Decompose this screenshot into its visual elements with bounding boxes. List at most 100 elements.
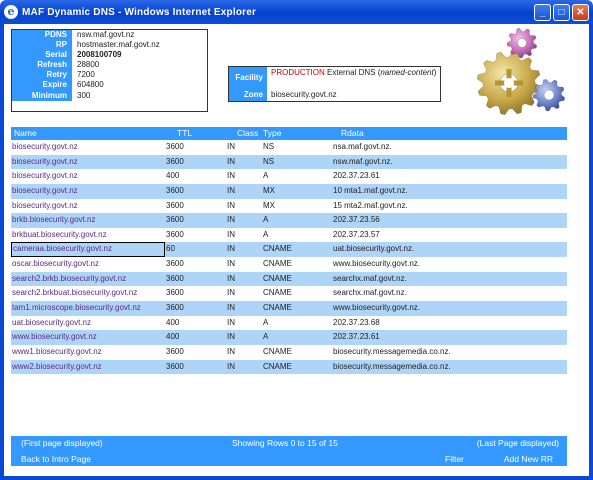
table-row[interactable]: biosecurity.govt.nz 3600 IN MX 10 mta1.maf.g… <box>11 183 567 199</box>
cell-name[interactable]: biosecurity.govt.nz <box>11 184 165 199</box>
facility-box: Facility PRODUCTION External DNS (named-… <box>228 66 441 102</box>
table-row[interactable]: www.biosecurity.govt.nz 400 IN A 202.37.23.6… <box>11 330 567 345</box>
cell-type: MX <box>263 200 275 210</box>
col-ttl-header[interactable]: TTL <box>165 127 227 140</box>
table-row[interactable]: oscar.biosecurity.govt.nz 3600 IN CNAME www.… <box>11 257 567 272</box>
col-name-header[interactable]: Name <box>11 127 165 140</box>
cell-ttl: 3600 <box>166 303 184 313</box>
back-to-intro-link[interactable]: Back to Intro Page <box>21 454 91 464</box>
gear-hole <box>517 38 527 48</box>
cell-rdata: searchx.maf.govt.nz. <box>333 273 407 283</box>
cell-name[interactable]: www2.biosecurity.govt.nz <box>11 360 165 375</box>
cell-class: IN <box>227 200 235 210</box>
table-row[interactable]: www2.biosecurity.govt.nz 3600 IN CNAME biose… <box>11 359 567 375</box>
cell-type: CNAME <box>263 273 292 283</box>
cell-rdata: uat.biosecurity.govt.nz. <box>333 244 415 254</box>
soa-key: PDNS <box>12 30 72 41</box>
table-row[interactable]: uat.biosecurity.govt.nz 400 IN A 202.37.23.6… <box>11 316 567 331</box>
window-title: MAF Dynamic DNS - Windows Internet Explo… <box>22 6 257 18</box>
cell-ttl: 3600 <box>166 200 184 210</box>
close-button[interactable]: ✕ <box>572 3 589 21</box>
soa-value: 28800 <box>77 60 100 70</box>
soa-row-minimum: Minimum 300 <box>12 90 207 101</box>
cell-name[interactable]: oscar.biosecurity.govt.nz <box>11 257 165 272</box>
cell-class: IN <box>227 215 235 225</box>
col-rdata-header[interactable]: Rdata <box>333 127 567 140</box>
gear-hole <box>543 89 555 101</box>
cell-name[interactable]: www.biosecurity.govt.nz <box>11 330 165 345</box>
table-row[interactable]: biosecurity.govt.nz 400 IN A 202.37.23.61 <box>11 169 567 184</box>
soa-key: RP <box>12 40 72 51</box>
cell-class: IN <box>227 185 235 195</box>
table-row[interactable]: cameraa.biosecurity.govt.nz 60 IN CNAME uat.… <box>11 242 567 258</box>
cell-name[interactable]: search2.brkb.biosecurity.govt.nz <box>11 272 165 287</box>
minimize-button[interactable]: _ <box>534 3 551 21</box>
cell-type: MX <box>263 185 275 195</box>
cell-ttl: 3600 <box>166 215 184 225</box>
cell-rdata: 15 mta2.maf.govt.nz. <box>333 200 408 210</box>
cell-ttl: 60 <box>166 244 175 254</box>
table-row[interactable]: search2.brkbuat.biosecurity.govt.nz 3600 I… <box>11 286 567 301</box>
table-row[interactable]: biosecurity.govt.nz 3600 IN MX 15 mta2.maf.g… <box>11 199 567 214</box>
ie-icon: e <box>4 5 18 19</box>
cell-name[interactable]: tam1.microscope.biosecurity.govt.nz <box>11 301 165 316</box>
cell-name[interactable]: biosecurity.govt.nz <box>11 155 165 170</box>
cell-name[interactable]: cameraa.biosecurity.govt.nz <box>11 242 165 258</box>
soa-value: 300 <box>77 90 91 100</box>
cell-ttl: 3600 <box>166 361 184 371</box>
cell-name[interactable]: biosecurity.govt.nz <box>11 169 165 184</box>
add-new-rr-link[interactable]: Add New RR <box>504 454 553 464</box>
soa-row-serial: Serial 2008100709 <box>12 50 207 61</box>
cell-name[interactable]: brkb.biosecurity.govt.nz <box>11 213 165 228</box>
table-row[interactable]: biosecurity.govt.nz 3600 IN NS nsa.maf.govt.… <box>11 140 567 155</box>
soa-value: 7200 <box>77 70 95 80</box>
cell-rdata: biosecurity.messagemedia.co.nz. <box>333 361 451 371</box>
cell-class: IN <box>227 229 235 239</box>
table-row[interactable]: www1.biosecurity.govt.nz 3600 IN CNAME biose… <box>11 345 567 360</box>
cell-name[interactable]: uat.biosecurity.govt.nz <box>11 316 165 331</box>
facility-named: named-content <box>380 68 434 77</box>
cell-type: A <box>263 332 269 342</box>
cell-type: CNAME <box>263 303 292 313</box>
facility-close-paren: ) <box>433 68 437 77</box>
soa-key: Serial <box>12 50 72 61</box>
cell-ttl: 3600 <box>166 259 184 269</box>
cell-rdata: nsw.maf.govt.nz. <box>333 156 393 166</box>
table-row[interactable]: search2.brkb.biosecurity.govt.nz 3600 IN CN… <box>11 271 567 287</box>
cell-ttl: 3600 <box>166 142 184 151</box>
cell-name[interactable]: brkbuat.biosecurity.govt.nz <box>11 228 165 243</box>
soa-value: hostmaster.maf.govt.nz <box>77 40 160 50</box>
col-class-header[interactable]: Class <box>227 127 263 140</box>
maximize-button[interactable]: □ <box>553 3 570 21</box>
cell-name[interactable]: biosecurity.govt.nz <box>11 199 165 214</box>
cell-type: CNAME <box>263 259 292 269</box>
filter-link[interactable]: Filter <box>445 454 464 464</box>
cell-rdata: 202.37.23.57 <box>333 229 380 239</box>
cell-class: IN <box>227 303 235 313</box>
table-row[interactable]: biosecurity.govt.nz 3600 IN NS nsw.maf.govt.… <box>11 154 567 170</box>
cell-ttl: 3600 <box>166 229 184 239</box>
cell-type: A <box>263 215 269 225</box>
cell-name[interactable]: biosecurity.govt.nz <box>11 140 165 155</box>
cell-rdata: biosecurity.messagemedia.co.nz. <box>333 346 451 356</box>
cell-class: IN <box>227 346 235 356</box>
soa-row-retry: Retry 7200 <box>12 70 207 81</box>
table-row[interactable]: brkbuat.biosecurity.govt.nz 3600 IN A 202.37… <box>11 228 567 243</box>
pagination-footer: (First page displayed) Showing Rows 0 to… <box>11 436 567 466</box>
table-body: biosecurity.govt.nz 3600 IN NS nsa.maf.govt.… <box>11 140 567 375</box>
table-header: Name TTL Class Type Rdata <box>11 127 567 140</box>
soa-key: Refresh <box>12 60 72 71</box>
cell-ttl: 400 <box>166 171 180 181</box>
window-titlebar: e MAF Dynamic DNS - Windows Internet Exp… <box>0 0 593 24</box>
cell-type: CNAME <box>263 244 292 254</box>
cell-class: IN <box>227 288 235 298</box>
col-type-header[interactable]: Type <box>263 127 333 140</box>
soa-value: 2008100709 <box>77 50 122 60</box>
soa-info-box: PDNS nsw.maf.govt.nz RP hostmaster.maf.govt… <box>11 29 208 112</box>
table-row[interactable]: brkb.biosecurity.govt.nz 3600 IN A 202.37.23… <box>11 213 567 228</box>
soa-row-expire: Expire 604800 <box>12 80 207 91</box>
cell-name[interactable]: www1.biosecurity.govt.nz <box>11 345 165 360</box>
table-row[interactable]: tam1.microscope.biosecurity.govt.nz 3600 I… <box>11 301 567 316</box>
cell-name[interactable]: search2.brkbuat.biosecurity.govt.nz <box>11 286 165 301</box>
cell-type: CNAME <box>263 288 292 298</box>
